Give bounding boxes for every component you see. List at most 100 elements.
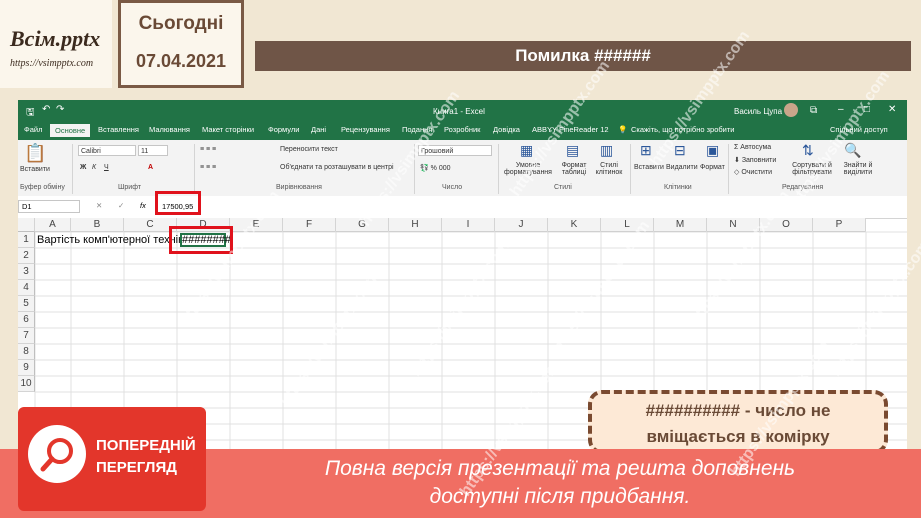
- font-group-label: Шрифт: [118, 184, 142, 191]
- magnifier-icon: [28, 425, 86, 483]
- editing-group-label: Редагування: [782, 184, 824, 191]
- font-color-icon[interactable]: A: [148, 164, 153, 171]
- delete-cells-button[interactable]: Видалити: [666, 164, 698, 171]
- cell-a1[interactable]: Вартість комп'ютерної техніки: [37, 234, 189, 246]
- group-divider: [728, 144, 729, 194]
- number-format-icons[interactable]: 💱 % 000: [420, 164, 451, 172]
- row-header-10[interactable]: 10: [18, 376, 35, 392]
- find-select-icon[interactable]: 🔍: [844, 142, 861, 159]
- find-select-button[interactable]: Знайти й виділити: [836, 162, 880, 176]
- format-cells-icon[interactable]: ▣: [706, 142, 719, 159]
- number-format-select[interactable]: Грошовий: [418, 145, 492, 156]
- format-cells-button[interactable]: Формат: [700, 164, 725, 171]
- conditional-format-button[interactable]: Умовне форматування: [504, 162, 552, 176]
- tab-abbyy[interactable]: ABBYY FineReader 12: [532, 125, 609, 134]
- minimize-icon[interactable]: –: [838, 104, 844, 115]
- tab-page-layout[interactable]: Макет сторінки: [202, 125, 254, 134]
- preview-text-line1: Повна версія презентації та решта доповн…: [324, 457, 796, 480]
- align-top-icon[interactable]: ≡ ≡ ≡: [200, 146, 216, 153]
- cells-group-label: Клітинки: [664, 184, 692, 191]
- callout-line2: вміщається в комірку: [646, 427, 830, 446]
- paste-label[interactable]: Вставити: [20, 166, 50, 173]
- undo-icon[interactable]: ↶: [42, 104, 50, 115]
- brand-logo: Всім.pptx https://vsimpptx.com: [0, 0, 112, 88]
- lightbulb-icon: 💡: [618, 125, 628, 134]
- tab-draw[interactable]: Малювання: [149, 125, 190, 134]
- enter-icon[interactable]: ✓: [118, 201, 124, 210]
- format-table-button[interactable]: Формат таблиці: [556, 162, 592, 176]
- formula-bar: D1 ✕ ✓ fx 17500,95: [18, 191, 907, 219]
- underline-icon[interactable]: Ч: [104, 164, 109, 171]
- user-name[interactable]: Василь Цупа: [734, 107, 782, 116]
- row-header-4[interactable]: 4: [18, 280, 35, 296]
- group-divider: [630, 144, 631, 194]
- close-icon[interactable]: ✕: [888, 104, 896, 115]
- font-size-select[interactable]: 11: [138, 145, 168, 156]
- align-left-icon[interactable]: ≡ ≡ ≡: [200, 164, 216, 171]
- merge-center-button[interactable]: Об'єднати та розташувати в центрі: [280, 164, 394, 171]
- share-button[interactable]: Спільний доступ: [830, 125, 888, 134]
- error-callout: ########## - число не вміщається в комір…: [588, 390, 888, 454]
- clear-button[interactable]: ◇ Очистити: [734, 168, 772, 176]
- preview-badge[interactable]: ПОПЕРЕДНІЙ ПЕРЕГЛЯД: [18, 407, 206, 511]
- avatar[interactable]: [784, 103, 798, 117]
- row-header-6[interactable]: 6: [18, 312, 35, 328]
- row-header-1[interactable]: 1: [18, 232, 35, 248]
- tab-developer[interactable]: Розробник: [444, 125, 480, 134]
- tab-formulas[interactable]: Формули: [268, 125, 299, 134]
- cell-styles-button[interactable]: Стилі клітинок: [592, 162, 626, 176]
- excel-title-bar: 🖫 ↶ ↷ Книга1 - Excel Василь Цупа ⧉ – □ ✕: [18, 100, 907, 122]
- formula-highlight: [155, 191, 201, 215]
- insert-cells-button[interactable]: Вставити: [634, 164, 664, 171]
- slide-title: Помилка ######: [255, 41, 911, 71]
- number-group-label: Число: [442, 184, 463, 191]
- group-divider: [194, 144, 195, 194]
- tab-file[interactable]: Файл: [24, 125, 42, 134]
- tab-help[interactable]: Довідка: [493, 125, 520, 134]
- insert-cells-icon[interactable]: ⊞: [640, 142, 652, 159]
- tab-insert[interactable]: Вставлення: [98, 125, 139, 134]
- row-header-3[interactable]: 3: [18, 264, 35, 280]
- row-header-7[interactable]: 7: [18, 328, 35, 344]
- conditional-format-icon[interactable]: ▦: [520, 142, 533, 159]
- row-header-5[interactable]: 5: [18, 296, 35, 312]
- paste-icon[interactable]: 📋: [24, 143, 46, 164]
- tab-view[interactable]: Подання: [402, 125, 432, 134]
- wrap-text-button[interactable]: Переносити текст: [280, 146, 338, 153]
- format-table-icon[interactable]: ▤: [566, 142, 579, 159]
- row-header-9[interactable]: 9: [18, 360, 35, 376]
- name-box[interactable]: D1: [18, 200, 80, 213]
- tab-review[interactable]: Рецензування: [341, 125, 390, 134]
- row-header-2[interactable]: 2: [18, 248, 35, 264]
- sort-filter-button[interactable]: Сортувати й фільтрувати: [788, 162, 836, 176]
- group-divider: [498, 144, 499, 194]
- sort-filter-icon[interactable]: ⇅: [802, 142, 814, 159]
- tab-home[interactable]: Основне: [50, 124, 91, 137]
- window-title: Книга1 - Excel: [433, 107, 485, 116]
- cell-styles-icon[interactable]: ▥: [600, 142, 613, 159]
- alignment-group-label: Вирівнювання: [276, 184, 322, 191]
- function-icon[interactable]: fx: [140, 201, 146, 210]
- callout-line1: ########## - число не: [645, 401, 831, 420]
- brand-url: https://vsimpptx.com: [10, 58, 94, 69]
- fill-button[interactable]: ⬇ Заповнити: [734, 156, 776, 164]
- autosum-button[interactable]: Σ Автосума: [734, 144, 771, 151]
- badge-line2: ПЕРЕГЛЯД: [96, 459, 177, 476]
- clipboard-group-label: Буфер обміну: [20, 184, 65, 191]
- maximize-icon[interactable]: □: [864, 104, 870, 115]
- brand-name: Всім.pptx: [10, 26, 101, 51]
- group-divider: [414, 144, 415, 194]
- preview-text-line2: доступні після придбання.: [429, 485, 691, 508]
- row-header-8[interactable]: 8: [18, 344, 35, 360]
- font-name-select[interactable]: Calibri: [78, 145, 136, 156]
- delete-cells-icon[interactable]: ⊟: [674, 142, 686, 159]
- cancel-icon[interactable]: ✕: [96, 201, 102, 210]
- tab-data[interactable]: Дані: [311, 125, 326, 134]
- save-icon[interactable]: 🖫: [26, 105, 35, 122]
- bold-icon[interactable]: Ж: [80, 164, 86, 171]
- italic-icon[interactable]: К: [92, 164, 96, 171]
- date-box: Сьогодні 07.04.2021: [118, 0, 244, 88]
- ribbon-display-icon[interactable]: ⧉: [810, 105, 817, 116]
- redo-icon[interactable]: ↷: [56, 104, 64, 115]
- tell-me-input[interactable]: Скажіть, що потрібно зробити: [631, 125, 735, 134]
